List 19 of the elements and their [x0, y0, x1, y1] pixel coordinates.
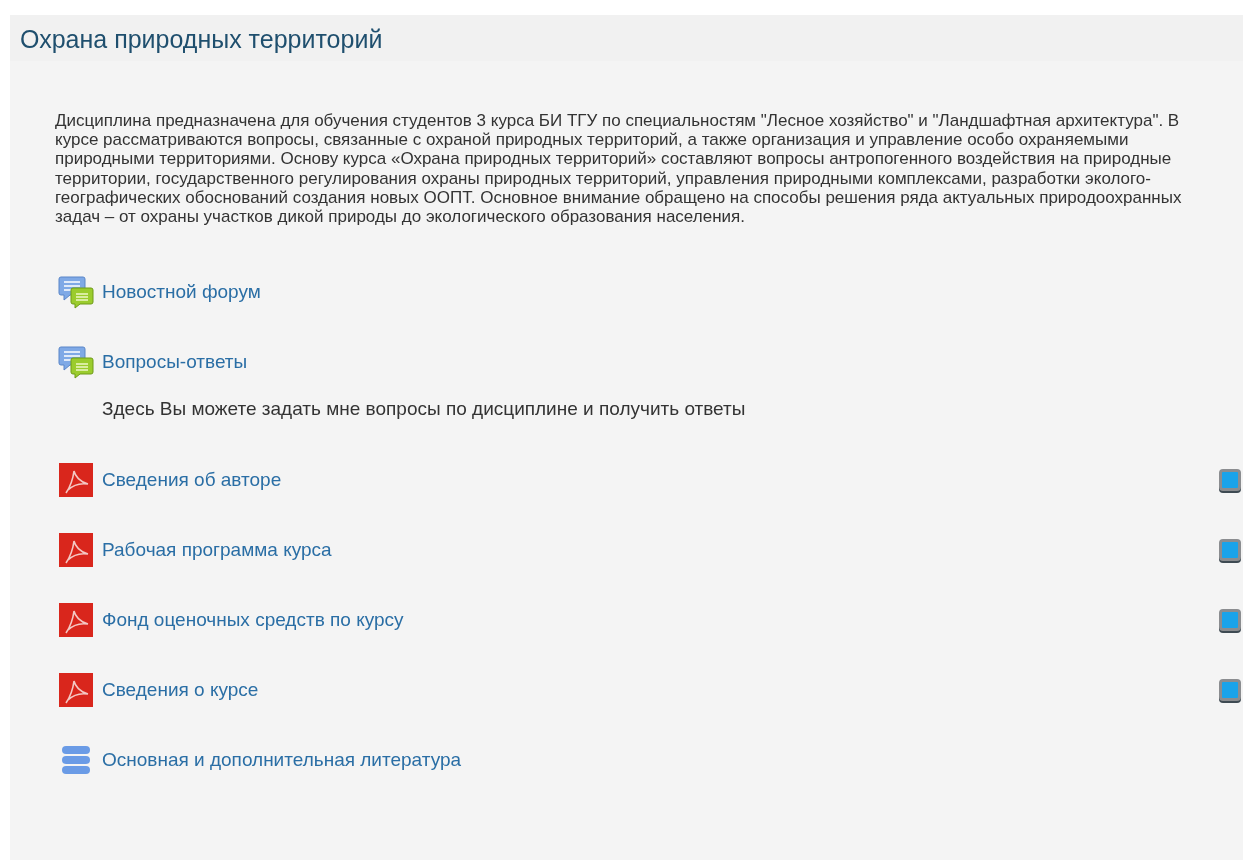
speech-bubbles-icon — [58, 344, 94, 381]
completion-checkbox[interactable] — [1219, 469, 1241, 492]
pdf-icon — [58, 672, 94, 709]
completion-checkbox[interactable] — [1219, 539, 1241, 562]
activity-link[interactable]: Сведения об авторе — [102, 469, 1211, 492]
activity-link[interactable]: Фонд оценочных средств по курсу — [102, 609, 1211, 632]
pdf-icon — [58, 532, 94, 569]
activity-link[interactable]: Вопросы-ответы — [102, 351, 1241, 374]
pdf-icon — [58, 602, 94, 639]
activity-link[interactable]: Рабочая программа курса — [102, 539, 1211, 562]
section-summary: Дисциплина предназначена для обучения студентов 3 курса БИ ТГУ по специальностям "Лесное хозяйство" и "Ландшафтная архитектура". В курсе рассматриваются вопросы, связанные с охраной природных территорий, а также организация и управление особо охраняемыми природными территориями. Основу курса «Охрана природных территорий» составляют вопросы антропогенного воздействия на природные территории, государственного регулирования охраны природных территорий, управления природными комплексами, разработки эколого-географических обоснований создания новых ООПТ. Основное внимание обращено на способы решения ряда актуальных природоохранных задач – от охраны участков дикой природы до экологического образования населения. — [55, 111, 1183, 227]
activity-link[interactable]: Новостной форум — [102, 281, 1241, 304]
pdf-icon — [58, 462, 94, 499]
completion-checkbox[interactable] — [1219, 609, 1241, 632]
activity-description: Здесь Вы можете задать мне вопросы по дисциплине и получить ответы — [102, 398, 747, 421]
activity-link[interactable]: Сведения о курсе — [102, 679, 1211, 702]
speech-bubbles-icon — [58, 274, 94, 311]
completion-checkbox[interactable] — [1219, 679, 1241, 702]
activity-link[interactable]: Основная и дополнительная литература — [102, 749, 1241, 772]
